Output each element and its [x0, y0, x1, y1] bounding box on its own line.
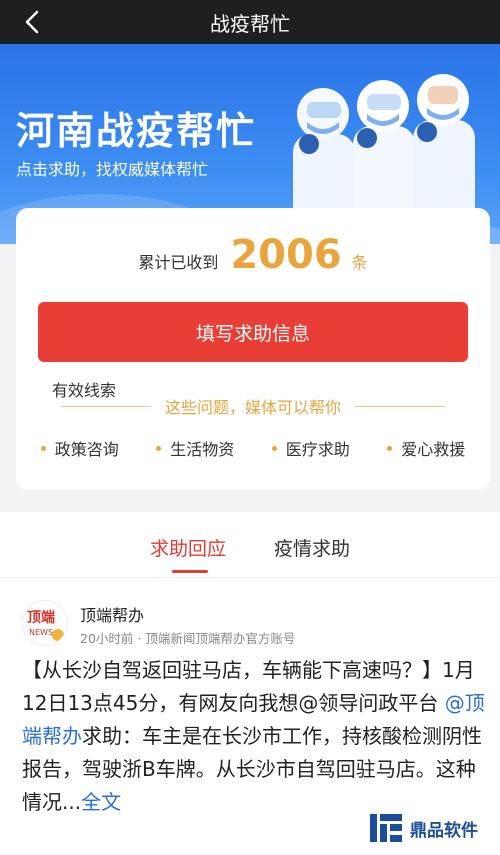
tag-label: 医疗求助 [285, 440, 350, 459]
page-title: 战疫帮忙 [210, 11, 290, 36]
avatar[interactable]: 顶端 NEWS [22, 600, 68, 646]
tag-label: 爱心救援 [401, 440, 466, 459]
back-button[interactable] [18, 8, 46, 36]
verified-badge-icon [52, 629, 64, 641]
feed-panel: 求助回应 疫情求助 顶端 NEWS 顶端帮办 20小时前 · 顶端新闻顶端帮办官… [0, 512, 500, 855]
banner-title: 河南战疫帮忙 [16, 109, 257, 153]
tag-policy[interactable]: 政策咨询 [40, 436, 119, 460]
counter-unit: 条 [351, 253, 368, 272]
post-text: 【从长沙自驾返回驻马店，车辆能下高速吗？】1月12日13点45分，有网友向我想@… [22, 658, 475, 715]
bullet-dot [156, 445, 162, 451]
help-heading: 这些问题，媒体可以帮你 [16, 394, 490, 418]
chevron-left-icon [25, 10, 39, 34]
tag-label: 政策咨询 [54, 440, 119, 459]
avatar-logo-text: 顶端 [27, 610, 55, 626]
bullet-dot [40, 445, 46, 451]
tag-supplies[interactable]: 生活物资 [156, 436, 234, 460]
clue-counter: 累计已收到 2006 条 有效线索 [16, 232, 490, 400]
tab-epidemic-help[interactable]: 疫情求助 [274, 534, 350, 561]
avatar-logo-subtext: NEWS [29, 628, 54, 637]
author-name[interactable]: 顶端帮办 [80, 602, 144, 626]
tag-medical[interactable]: 医疗求助 [271, 436, 350, 460]
tab-bar: 求助回应 疫情求助 [0, 512, 500, 578]
counter-prefix: 累计已收到 [138, 253, 219, 272]
tab-help-response[interactable]: 求助回应 [150, 534, 226, 561]
bullet-dot [271, 445, 277, 451]
tag-rescue[interactable]: 爱心救援 [387, 436, 465, 460]
submit-help-button[interactable]: 填写求助信息 [38, 302, 468, 362]
top-bar: 战疫帮忙 [0, 0, 500, 44]
help-heading-text: 这些问题，媒体可以帮你 [164, 398, 341, 417]
bullet-dot [387, 445, 393, 451]
divider-line [355, 405, 445, 407]
counter-number: 2006 [230, 232, 342, 278]
post-meta: 20小时前 · 顶端新闻顶端帮办官方账号 [80, 631, 296, 646]
read-more-link[interactable]: 全文 [81, 790, 121, 814]
help-tags: 政策咨询 生活物资 医疗求助 爱心救援 [16, 436, 490, 460]
watermark: 鼎品软件 [366, 808, 478, 848]
brand-logo-icon [370, 814, 402, 842]
divider-line [60, 405, 151, 407]
watermark-text: 鼎品软件 [410, 820, 478, 841]
banner-subtitle: 点击求助，找权威媒体帮忙 [16, 160, 209, 179]
post-body[interactable]: 【从长沙自驾返回驻马店，车辆能下高速吗？】1月12日13点45分，有网友向我想@… [22, 654, 488, 819]
tag-label: 生活物资 [170, 440, 235, 459]
help-card: 累计已收到 2006 条 有效线索 填写求助信息 这些问题，媒体可以帮你 政策咨… [16, 208, 490, 490]
active-tab-indicator [172, 570, 208, 573]
